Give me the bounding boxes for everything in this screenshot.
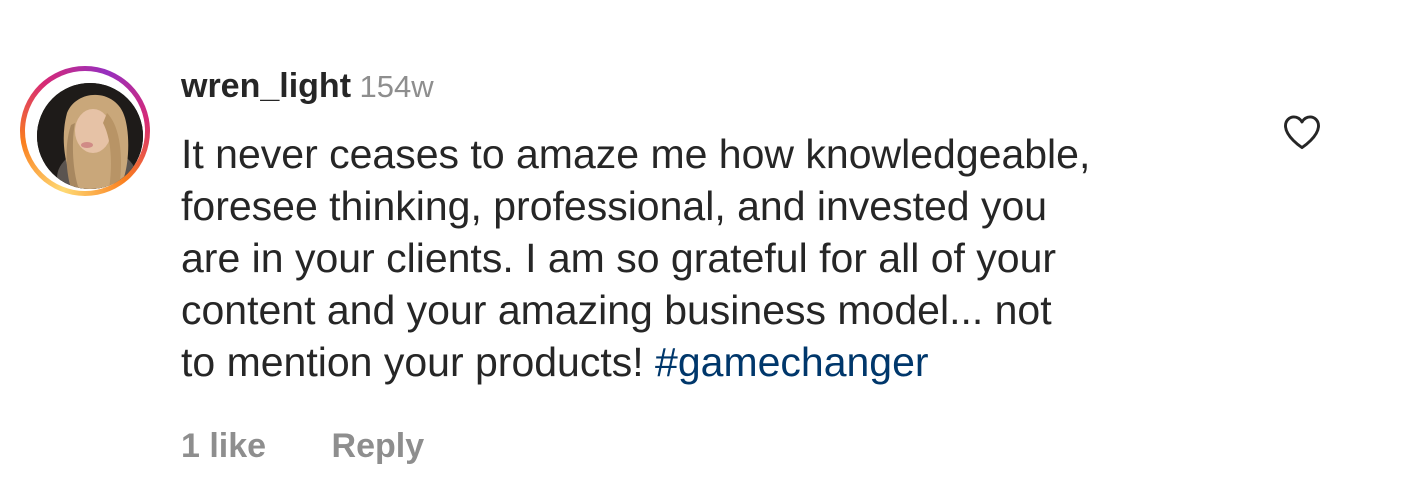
comment-text-line-last: to mention your products! #gamechanger <box>181 336 1241 388</box>
avatar-ring-gap <box>25 71 145 191</box>
avatar <box>37 83 143 189</box>
heart-outline-icon <box>1284 115 1320 150</box>
comment-text-line: are in your clients. I am so grateful fo… <box>181 235 1057 281</box>
comment-text-line: content and your amazing business model.… <box>181 287 1052 333</box>
comment-text-line: It never ceases to amaze me how knowledg… <box>181 131 1091 177</box>
likes-count-button[interactable]: 1 like <box>181 427 266 465</box>
comment-actions: 1 like Reply <box>181 420 424 472</box>
comment-text-line: foresee thinking, professional, and inve… <box>181 183 1048 229</box>
comment: wren_light 154w It never ceases to amaze… <box>0 0 1402 504</box>
avatar-photo <box>37 83 143 189</box>
hashtag-link[interactable]: #gamechanger <box>655 339 929 385</box>
comment-text: It never ceases to amaze me how knowledg… <box>181 128 1241 388</box>
timestamp: 154w <box>359 69 434 104</box>
comment-text-line-5: to mention your products! <box>181 339 656 385</box>
reply-button[interactable]: Reply <box>332 427 425 465</box>
like-button[interactable] <box>1280 110 1324 154</box>
comment-header: wren_light 154w <box>181 64 434 108</box>
username-link[interactable]: wren_light <box>181 67 351 105</box>
avatar-story-ring[interactable] <box>20 66 150 196</box>
